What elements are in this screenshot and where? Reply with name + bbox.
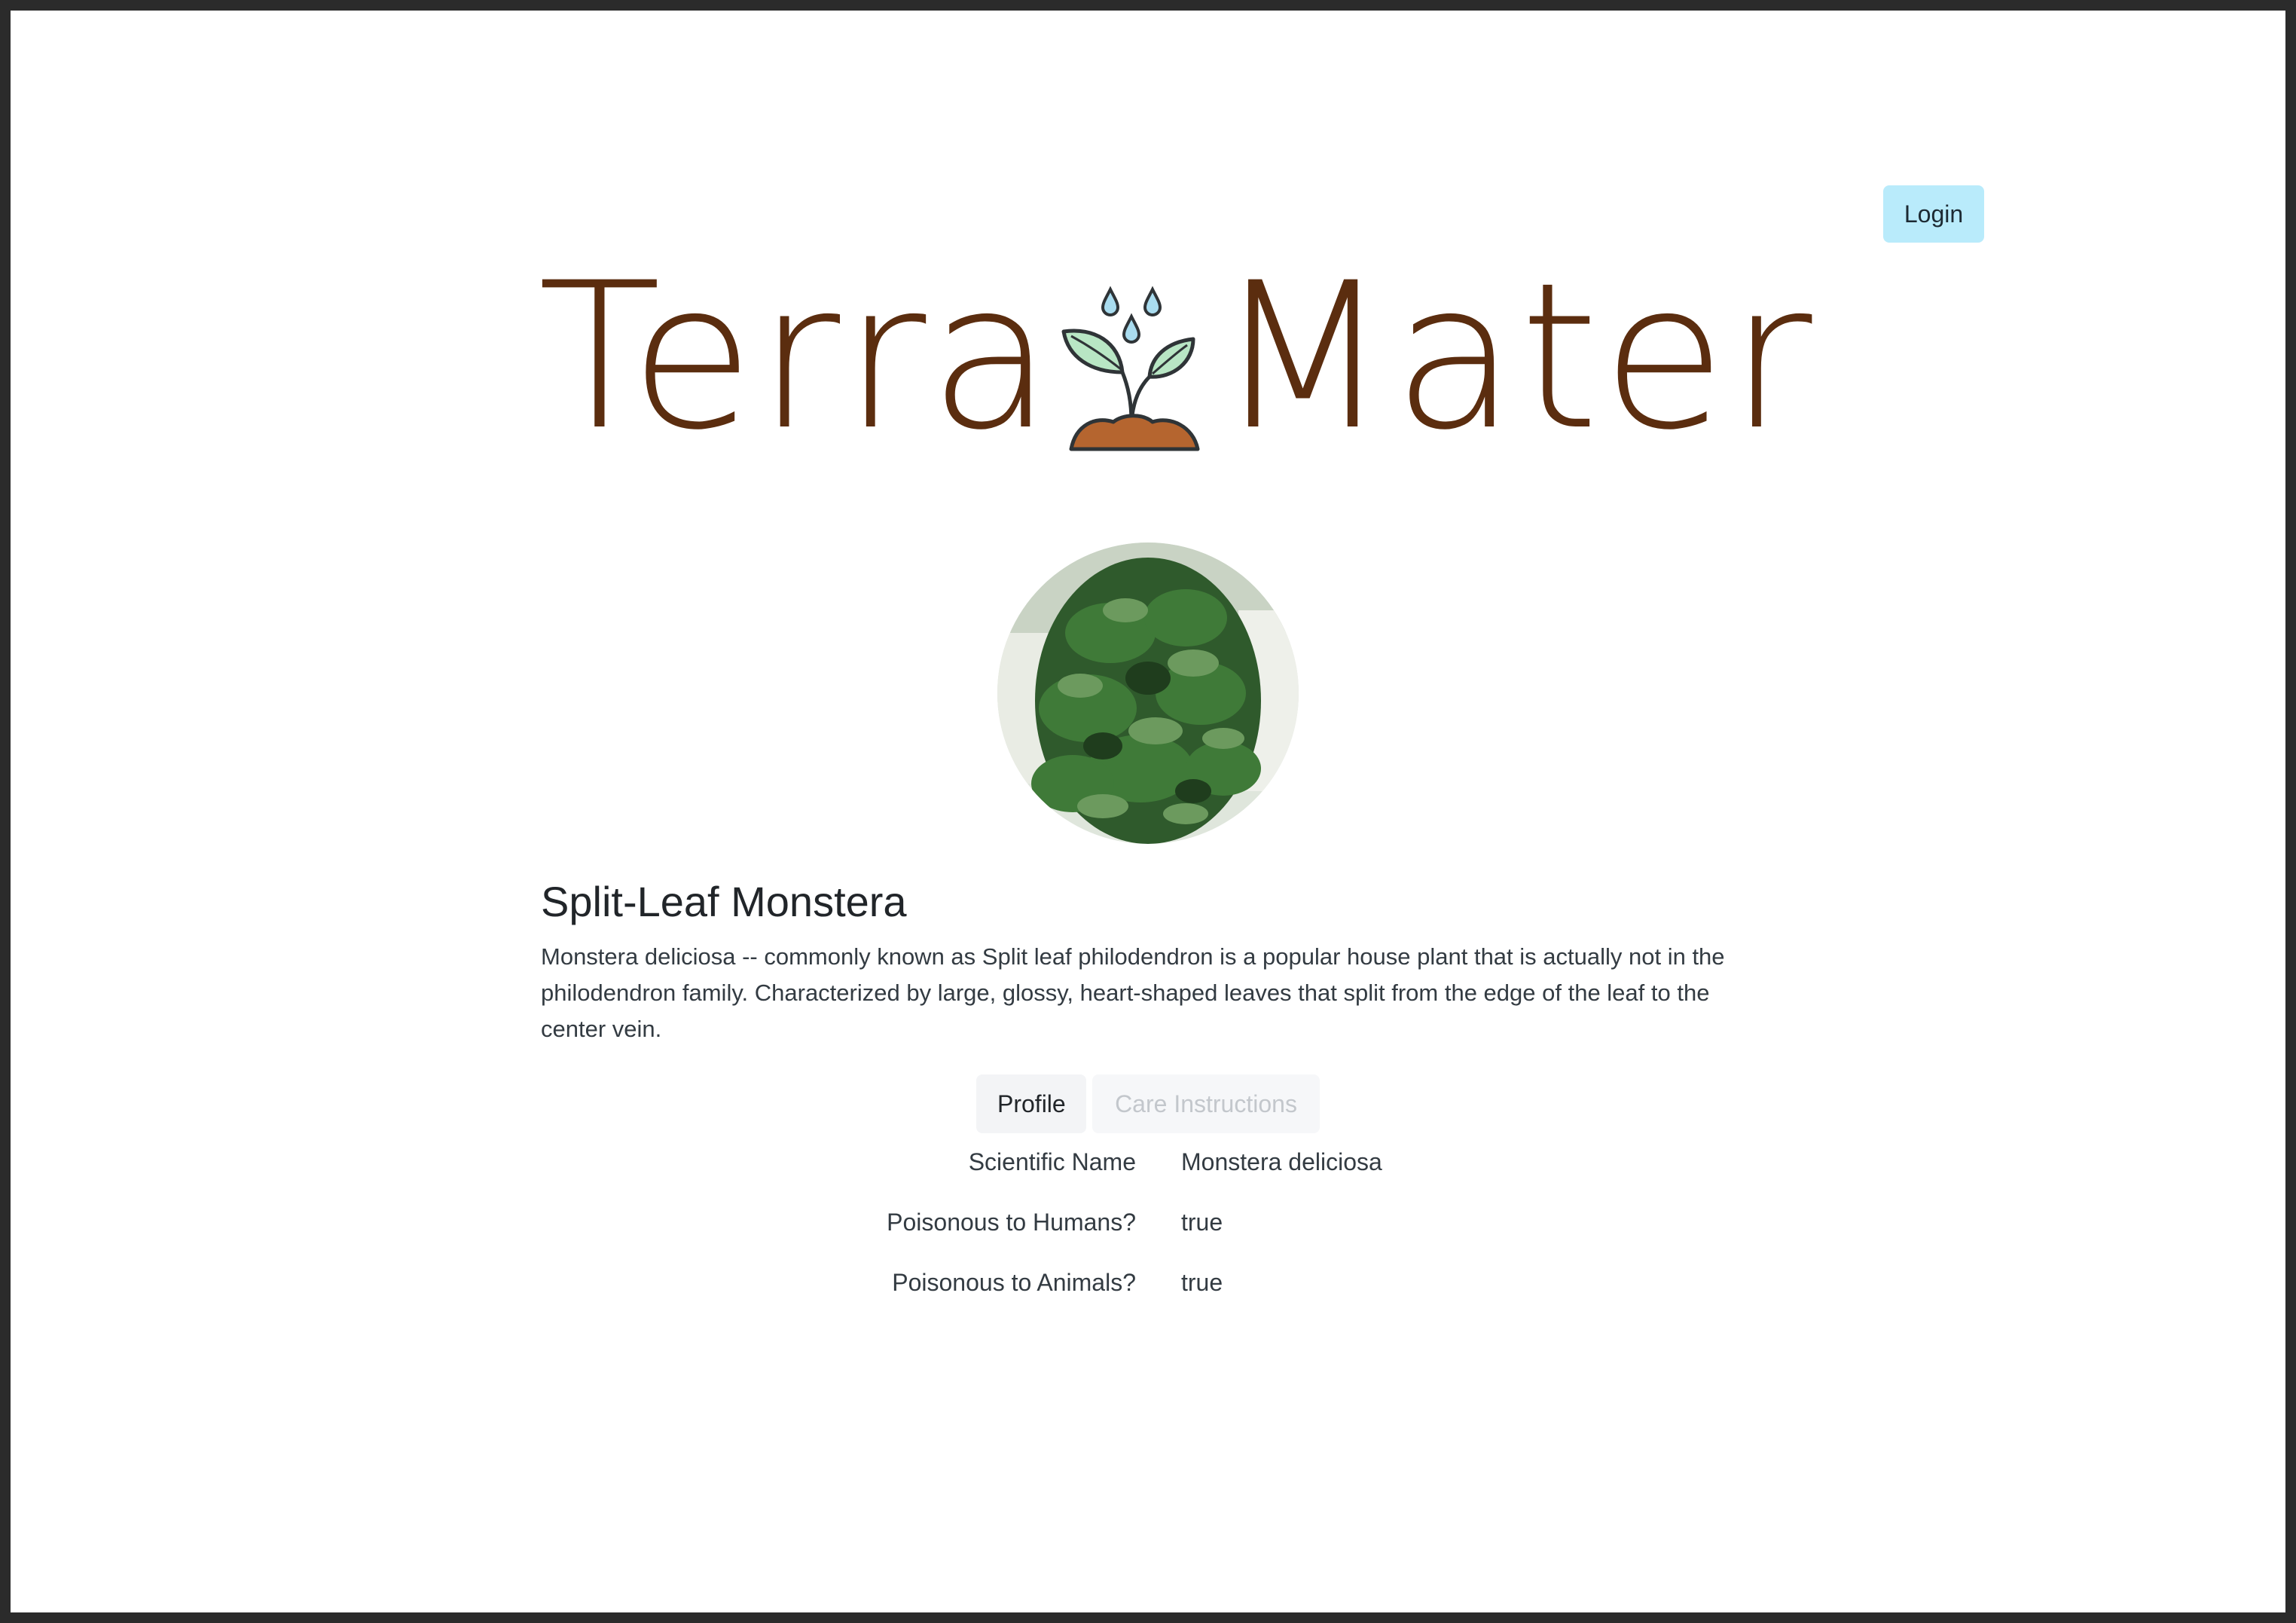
- logo-word-mater: Mater: [1216, 240, 1815, 475]
- login-button[interactable]: Login: [1883, 185, 1984, 243]
- logo-word-terra: Terra: [538, 240, 1056, 475]
- profile-label: Scientific Name: [968, 1148, 1136, 1175]
- plant-name-heading: Split-Leaf Monstera: [541, 878, 907, 925]
- profile-value: true: [1181, 1269, 1223, 1296]
- profile-value: Monstera deliciosa: [1181, 1148, 1382, 1175]
- plant-description: Monstera deliciosa -- commonly known as …: [541, 943, 1725, 1042]
- profile-row: Scientific Name Monstera deliciosa: [764, 1148, 1592, 1194]
- plant-tabs: Profile Care Instructions: [976, 1074, 1320, 1133]
- page-frame: Login Terra Mater Split-Leaf Monstera Mo…: [11, 11, 2285, 1612]
- profile-row: Poisonous to Animals? true: [764, 1269, 1592, 1314]
- sprout-with-water-drops-icon: [1061, 286, 1200, 451]
- profile-label: Poisonous to Humans?: [887, 1209, 1136, 1236]
- plant-photo: [997, 543, 1299, 844]
- profile-value: true: [1181, 1209, 1223, 1236]
- tab-care-instructions[interactable]: Care Instructions: [1092, 1074, 1320, 1133]
- profile-label: Poisonous to Animals?: [892, 1269, 1136, 1296]
- monstera-photo: [997, 543, 1299, 844]
- profile-row: Poisonous to Humans? true: [764, 1209, 1592, 1254]
- tab-profile[interactable]: Profile: [976, 1074, 1086, 1133]
- site-logo[interactable]: Terra Mater: [538, 240, 1812, 475]
